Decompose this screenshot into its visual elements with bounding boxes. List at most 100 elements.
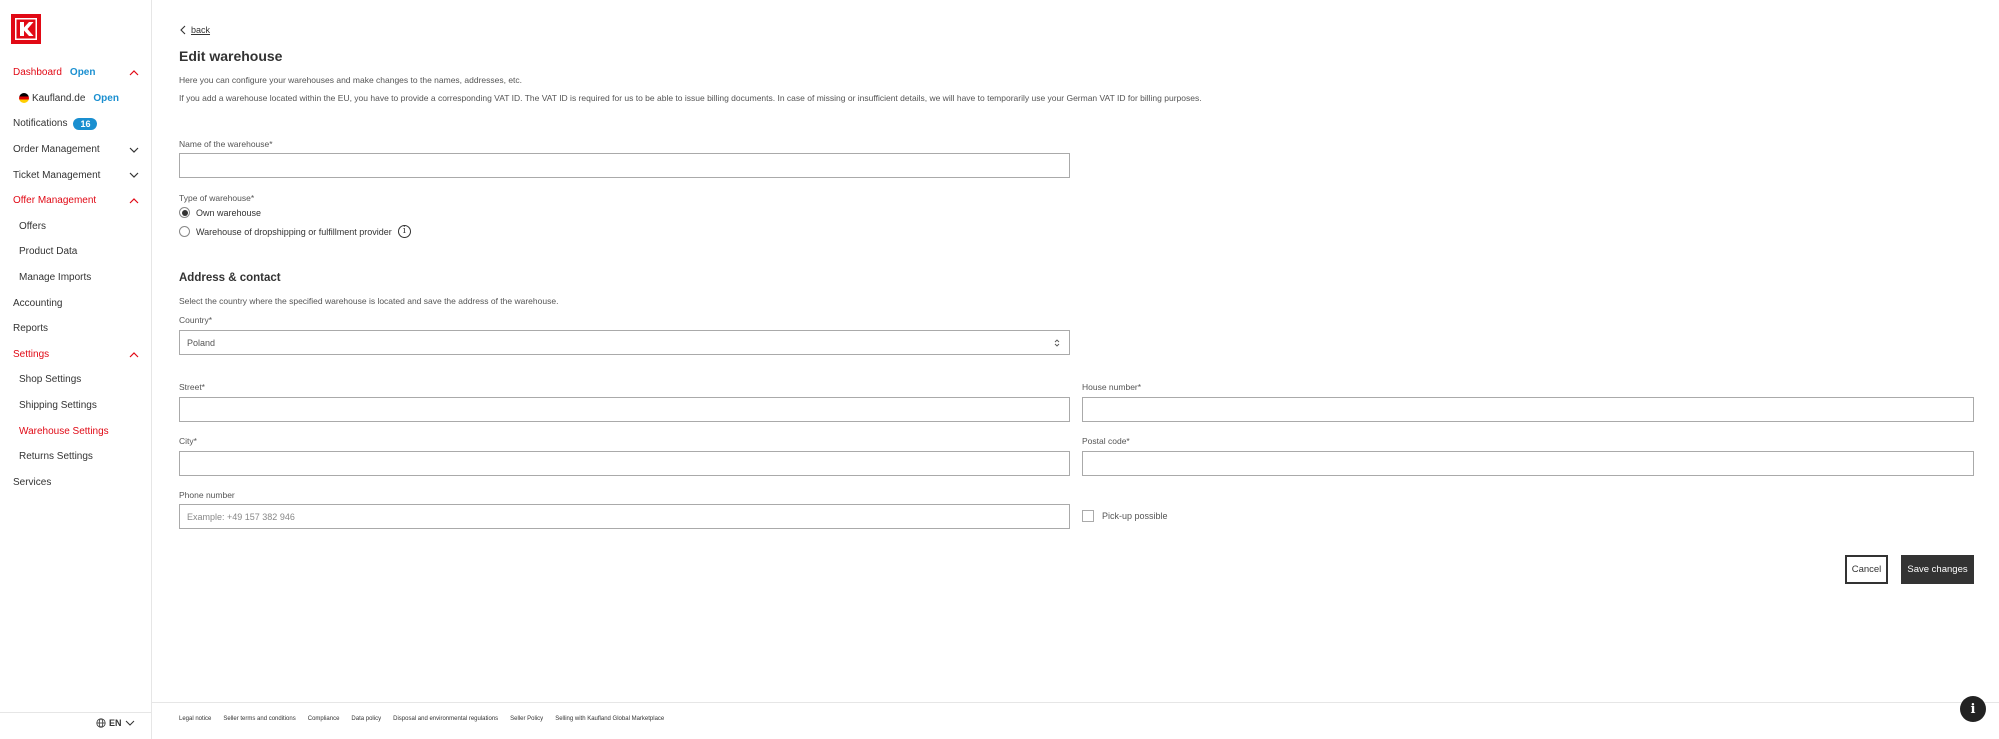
chevron-down-icon[interactable] — [128, 144, 140, 156]
footer-link-compliance[interactable]: Compliance — [308, 716, 340, 722]
open-badge: Open — [69, 67, 96, 79]
sidebar-item-label: Settings — [13, 348, 50, 360]
sidebar-item-dashboard[interactable]: Dashboard Open — [0, 60, 152, 86]
page-title: Edit warehouse — [179, 48, 283, 64]
page-description: Here you can configure your warehouses a… — [179, 75, 523, 85]
logo-k-icon — [15, 18, 37, 40]
chevron-up-icon[interactable] — [128, 195, 140, 207]
chevron-up-icon[interactable] — [128, 67, 140, 79]
sidebar-item-label: Accounting — [13, 297, 63, 309]
radio-button-checked[interactable] — [179, 207, 190, 218]
radio-label: Warehouse of dropshipping or fulfillment… — [196, 226, 392, 237]
sidebar-item-label: Warehouse Settings — [19, 425, 109, 437]
sidebar-item-accounting[interactable]: Accounting — [0, 290, 152, 316]
chevron-down-icon — [125, 720, 134, 726]
phone-label: Phone number — [179, 490, 235, 500]
postal-code-input[interactable] — [1082, 451, 1974, 476]
sidebar-item-label: Product Data — [19, 246, 78, 258]
warehouse-name-label: Name of the warehouse* — [179, 139, 273, 149]
house-number-input[interactable] — [1082, 397, 1974, 422]
sidebar-item-label: Kaufland.de — [32, 92, 86, 104]
footer-divider — [152, 702, 1999, 703]
country-value: Poland — [187, 337, 216, 348]
street-input[interactable] — [179, 397, 1070, 422]
germany-flag-icon — [19, 93, 29, 104]
radio-own-warehouse[interactable]: Own warehouse — [179, 207, 261, 218]
sidebar: Dashboard Open Kaufland.de Open Notifica… — [0, 0, 152, 739]
sidebar-item-label: Ticket Management — [13, 169, 101, 181]
postal-code-label: Postal code* — [1082, 436, 1130, 446]
country-label: Country* — [179, 315, 213, 325]
sidebar-item-label: Notifications — [13, 118, 68, 130]
notification-count-badge: 16 — [73, 117, 98, 130]
radio-label: Own warehouse — [196, 207, 262, 218]
warehouse-type-label: Type of warehouse* — [179, 193, 255, 203]
address-description: Select the country where the specified w… — [179, 296, 559, 306]
sidebar-item-label: Reports — [13, 323, 49, 335]
footer-link-data-policy[interactable]: Data policy — [351, 716, 381, 722]
info-icon: i — [1970, 701, 1976, 717]
sidebar-item-shipping-settings[interactable]: Shipping Settings — [0, 393, 152, 419]
footer-link-disposal[interactable]: Disposal and environmental regulations — [393, 716, 498, 722]
sidebar-item-shop-settings[interactable]: Shop Settings — [0, 367, 152, 393]
sidebar-item-warehouse-settings[interactable]: Warehouse Settings — [0, 418, 152, 444]
help-info-button[interactable]: i — [1960, 696, 1986, 722]
back-label: back — [191, 25, 211, 35]
house-number-label: House number* — [1082, 382, 1142, 392]
cancel-button[interactable]: Cancel — [1845, 555, 1888, 584]
sidebar-divider — [0, 712, 152, 713]
footer-link-seller-policy[interactable]: Seller Policy — [510, 716, 543, 722]
radio-dropshipping-warehouse[interactable]: Warehouse of dropshipping or fulfillment… — [179, 225, 411, 238]
sort-caret-icon — [1054, 339, 1060, 347]
sidebar-item-label: Manage Imports — [19, 272, 92, 284]
info-icon[interactable]: i — [397, 225, 411, 238]
sidebar-item-product-data[interactable]: Product Data — [0, 239, 152, 265]
sidebar-item-ticket-management[interactable]: Ticket Management — [0, 162, 152, 188]
save-changes-button[interactable]: Save changes — [1901, 555, 1974, 584]
sidebar-item-label: Dashboard — [13, 67, 62, 79]
address-section-title: Address & contact — [179, 272, 281, 284]
city-label: City* — [179, 436, 197, 446]
sidebar-item-order-management[interactable]: Order Management — [0, 137, 152, 163]
sidebar-item-label: Offers — [19, 220, 47, 232]
phone-input[interactable] — [179, 504, 1070, 529]
footer-link-legal-notice[interactable]: Legal notice — [179, 716, 211, 722]
city-input[interactable] — [179, 451, 1070, 476]
sidebar-item-label: Shop Settings — [19, 374, 82, 386]
footer-link-seller-terms[interactable]: Seller terms and conditions — [223, 716, 295, 722]
footer-link-global-marketplace[interactable]: Selling with Kaufland Global Marketplace — [555, 716, 664, 722]
sidebar-item-label: Order Management — [13, 144, 100, 156]
sidebar-item-notifications[interactable]: Notifications 16 — [0, 111, 152, 137]
radio-button[interactable] — [179, 226, 190, 237]
footer: Legal notice Seller terms and conditions… — [179, 716, 664, 722]
chevron-down-icon[interactable] — [128, 169, 140, 181]
street-label: Street* — [179, 382, 205, 392]
sidebar-item-label: Returns Settings — [19, 451, 93, 463]
language-code: EN — [109, 718, 122, 728]
sidebar-item-offers[interactable]: Offers — [0, 214, 152, 240]
sidebar-item-manage-imports[interactable]: Manage Imports — [0, 265, 152, 291]
pickup-label: Pick-up possible — [1102, 511, 1168, 521]
sidebar-item-label: Offer Management — [13, 195, 97, 207]
back-link[interactable]: back — [179, 25, 210, 35]
sidebar-item-services[interactable]: Services — [0, 470, 152, 496]
sidebar-nav: Dashboard Open Kaufland.de Open Notifica… — [0, 60, 152, 495]
vat-notice: If you add a warehouse located within th… — [179, 93, 1202, 103]
chevron-left-icon — [180, 25, 186, 35]
sidebar-item-label: Shipping Settings — [19, 400, 97, 412]
chevron-up-icon[interactable] — [128, 349, 140, 361]
sidebar-item-settings[interactable]: Settings — [0, 342, 152, 368]
sidebar-item-returns-settings[interactable]: Returns Settings — [0, 444, 152, 470]
kaufland-logo[interactable] — [11, 14, 41, 44]
language-selector[interactable]: EN — [96, 718, 135, 728]
sidebar-item-offer-management[interactable]: Offer Management — [0, 188, 152, 214]
pickup-checkbox[interactable] — [1082, 510, 1094, 522]
open-badge: Open — [93, 92, 119, 104]
sidebar-item-kaufland-de[interactable]: Kaufland.de Open — [0, 86, 152, 112]
pickup-checkbox-row[interactable]: Pick-up possible — [1082, 510, 1168, 522]
warehouse-name-input[interactable] — [179, 153, 1070, 178]
sidebar-item-label: Services — [13, 476, 52, 488]
sidebar-item-reports[interactable]: Reports — [0, 316, 152, 342]
country-select[interactable]: Poland — [179, 330, 1070, 355]
globe-icon — [96, 718, 106, 728]
